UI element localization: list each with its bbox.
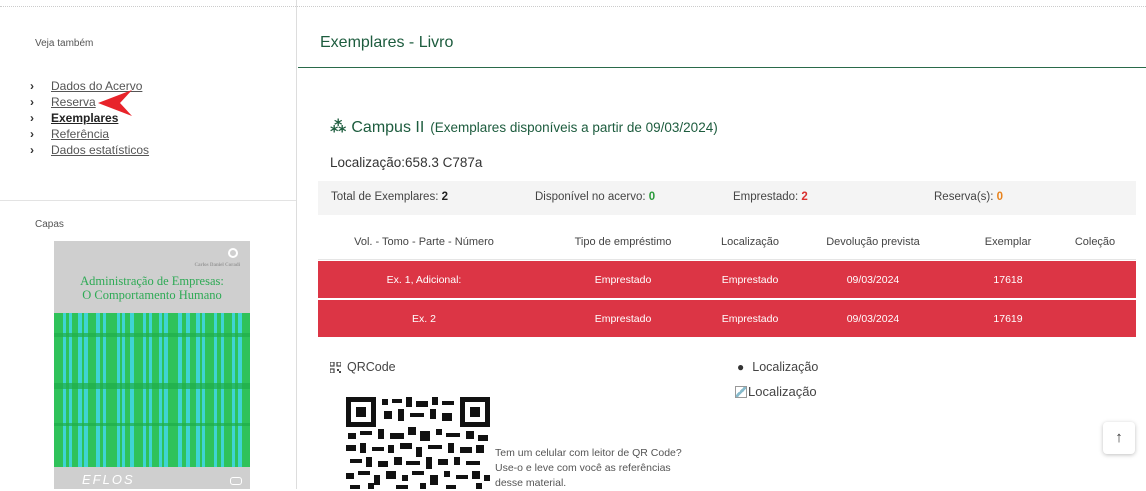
reserved-copies: Reserva(s): 0 bbox=[934, 191, 1003, 203]
cell-location: Emprestado bbox=[721, 313, 779, 325]
location-image-alt: Localização bbox=[748, 384, 817, 399]
cell-volume: Ex. 2 bbox=[412, 313, 436, 325]
chevron-right-icon: › bbox=[30, 111, 34, 125]
cell-due-date: 09/03/2024 bbox=[846, 274, 900, 286]
table-row: Ex. 1, Adicional: Emprestado Emprestado … bbox=[318, 261, 1136, 298]
sidebar-item-referencia[interactable]: › Referência bbox=[30, 126, 149, 142]
sidebar-item-dados-estatisticos[interactable]: › Dados estatísticos bbox=[30, 142, 149, 158]
campus-name: Campus II bbox=[351, 119, 425, 136]
cover-title-line2: O Comportamento Humano bbox=[82, 288, 222, 302]
header-volume: Vol. - Tomo - Parte - Número bbox=[354, 236, 494, 248]
sidebar-link[interactable]: Referência bbox=[51, 127, 109, 141]
see-also-title: Veja também bbox=[35, 38, 94, 49]
chevron-right-icon: › bbox=[30, 143, 34, 157]
qr-text-line: Use-o e leve com você as referências bbox=[495, 462, 671, 474]
map-pin-icon: ● bbox=[737, 360, 745, 374]
qr-text-line: desse material. bbox=[495, 477, 567, 489]
total-copies: Total de Exemplares: 2 bbox=[331, 191, 448, 203]
cell-due-date: 09/03/2024 bbox=[846, 313, 900, 325]
location-image: Localização bbox=[735, 384, 817, 399]
available-label: Disponível no acervo: bbox=[535, 191, 649, 203]
reserved-value: 0 bbox=[996, 191, 1004, 203]
cell-loan-type: Emprestado bbox=[594, 313, 652, 325]
sidebar: Veja também › Dados do Acervo › Reserva › E… bbox=[0, 0, 297, 489]
cell-volume: Ex. 1, Adicional: bbox=[386, 274, 462, 286]
header-due-date: Devolução prevista bbox=[826, 236, 920, 248]
header-collection: Coleção bbox=[1074, 236, 1116, 248]
borrowed-copies: Emprestado: 2 bbox=[733, 191, 808, 203]
cover-emblem-icon bbox=[228, 248, 238, 258]
borrowed-value: 2 bbox=[801, 191, 808, 203]
sidebar-divider bbox=[0, 200, 296, 201]
book-cover[interactable]: Carlos Daniel Coradi Administração de Em… bbox=[54, 241, 250, 489]
header-location: Localização bbox=[720, 236, 780, 248]
qrcode-label: QRCode bbox=[347, 360, 396, 374]
cover-title: Administração de Empresas: O Comportamen… bbox=[54, 274, 250, 302]
cell-copy: 17618 bbox=[993, 274, 1023, 286]
total-label: Total de Exemplares: bbox=[331, 191, 442, 203]
qr-text-line: Tem um celular com leitor de QR Code? bbox=[495, 447, 682, 459]
broken-image-icon bbox=[735, 385, 747, 398]
cover-title-line1: Administração de Empresas: bbox=[80, 274, 224, 288]
table-row: Ex. 2 Emprestado Emprestado 09/03/2024 1… bbox=[318, 300, 1136, 337]
sidebar-link[interactable]: Dados estatísticos bbox=[51, 143, 149, 157]
qrcode-heading: QRCode bbox=[330, 360, 396, 374]
totals-bar: Total de Exemplares: 2 Disponível no ace… bbox=[318, 181, 1136, 215]
header-copy: Exemplar bbox=[984, 236, 1032, 248]
cover-mark-icon bbox=[230, 477, 242, 485]
cell-location: Emprestado bbox=[721, 274, 779, 286]
location-heading: ● Localização bbox=[737, 360, 818, 374]
chevron-right-icon: › bbox=[30, 79, 34, 93]
chevron-right-icon: › bbox=[30, 127, 34, 141]
header-loan-type: Tipo de empréstimo bbox=[574, 236, 672, 248]
campus-subtitle: (Exemplares disponíveis a partir de 09/0… bbox=[430, 120, 718, 135]
cover-author: Carlos Daniel Coradi bbox=[194, 263, 240, 268]
available-copies: Disponível no acervo: 0 bbox=[535, 191, 655, 203]
total-value: 2 bbox=[441, 191, 448, 203]
reserved-label: Reserva(s): bbox=[934, 191, 997, 203]
qrcode-icon bbox=[330, 361, 341, 373]
borrowed-label: Emprestado: bbox=[733, 191, 802, 203]
sidebar-link[interactable]: Reserva bbox=[51, 95, 96, 109]
page-title: Exemplares - Livro bbox=[320, 34, 454, 51]
qrcode-description: Tem um celular com leitor de QR Code? Us… bbox=[495, 446, 682, 491]
chevron-right-icon: › bbox=[30, 95, 34, 109]
campus-heading: ⁂ Campus II (Exemplares disponíveis a pa… bbox=[330, 117, 718, 137]
cell-copy: 17619 bbox=[993, 313, 1023, 325]
qrcode-image bbox=[346, 397, 490, 489]
cover-publisher-logo: EFLOS bbox=[82, 472, 135, 487]
covers-title: Capas bbox=[35, 219, 64, 230]
call-number: Localização:658.3 C787a bbox=[330, 155, 483, 170]
back-to-top-button[interactable]: ↑ bbox=[1103, 422, 1135, 454]
cover-barcode-pattern bbox=[54, 313, 250, 467]
red-arrow-annotation-icon bbox=[98, 90, 132, 116]
location-label: Localização bbox=[752, 360, 819, 374]
table-header: Vol. - Tomo - Parte - Número Tipo de emp… bbox=[318, 224, 1136, 260]
title-divider bbox=[298, 67, 1146, 68]
cell-loan-type: Emprestado bbox=[594, 274, 652, 286]
available-value: 0 bbox=[648, 191, 656, 203]
arrow-up-icon: ↑ bbox=[1115, 429, 1123, 446]
campus-tree-icon: ⁂ bbox=[330, 119, 347, 136]
